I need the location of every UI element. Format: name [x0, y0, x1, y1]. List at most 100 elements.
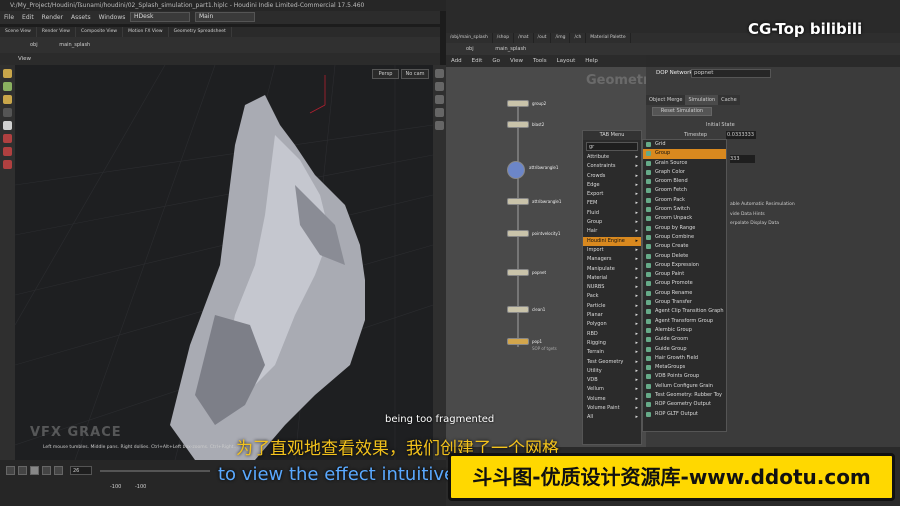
tab-obj-main-splash[interactable]: /obj/main_splash	[446, 33, 493, 43]
perspective-menu[interactable]: Persp	[372, 69, 399, 79]
submenu-item[interactable]: Guide Group	[643, 345, 726, 354]
tab-menu-item[interactable]: Planar	[583, 311, 641, 321]
submenu-item[interactable]: Grain Source	[643, 159, 726, 168]
time-slider[interactable]	[100, 470, 210, 472]
node-pop1[interactable]	[507, 338, 529, 345]
net-menu-go[interactable]: Go	[487, 55, 505, 67]
submenu-item[interactable]: Group	[643, 149, 726, 159]
lighting-icon[interactable]	[435, 108, 444, 117]
move-tool-icon[interactable]	[3, 82, 12, 91]
option-auto-resim[interactable]: able Automatic Resimulation	[730, 202, 795, 207]
tab-menu-item[interactable]: Terrain	[583, 348, 641, 358]
tab-menu-item[interactable]: Vellum	[583, 385, 641, 395]
option-interpolate[interactable]: erpolate Display Data	[730, 221, 779, 226]
submenu-item[interactable]: Agent Clip Transition Graph	[643, 307, 726, 316]
range-start[interactable]: -100	[110, 484, 121, 490]
tab-shop[interactable]: /shop	[493, 33, 515, 43]
display-icon[interactable]	[435, 69, 444, 78]
submenu-item[interactable]: Groom Blend	[643, 177, 726, 186]
submenu-item[interactable]: Alembic Group	[643, 326, 726, 335]
path-obj[interactable]: obj	[30, 42, 38, 48]
wireframe-icon[interactable]	[435, 82, 444, 91]
tab-menu-item[interactable]: Manipulate	[583, 265, 641, 275]
menu-file[interactable]: File	[0, 11, 18, 24]
node-popnet[interactable]	[507, 269, 529, 276]
tab-menu-item[interactable]: All	[583, 413, 641, 423]
last-frame-button[interactable]	[54, 466, 63, 475]
node-name-field[interactable]: popnet	[691, 69, 771, 78]
submenu-item[interactable]: Group Expression	[643, 261, 726, 270]
net-menu-view[interactable]: View	[505, 55, 528, 67]
submenu-item[interactable]: Groom Unpack	[643, 214, 726, 223]
camera-icon[interactable]	[435, 121, 444, 130]
net-menu-tools[interactable]: Tools	[528, 55, 552, 67]
play-back-button[interactable]	[18, 466, 27, 475]
submenu-item[interactable]: VDB Points Group	[643, 372, 726, 381]
submenu-item[interactable]: Group Delete	[643, 252, 726, 261]
rpath-node[interactable]: main_splash	[495, 46, 526, 52]
point-snap-icon[interactable]	[3, 160, 12, 169]
tab-menu-item[interactable]: Material	[583, 274, 641, 284]
tab-motion-fx-view[interactable]: Motion FX View	[123, 27, 169, 37]
tab-img[interactable]: /img	[551, 33, 571, 43]
tab-mat[interactable]: /mat	[514, 33, 534, 43]
scene-viewport[interactable]: Persp No cam Left mouse tumbles. Middle …	[15, 65, 433, 460]
tab-menu-item[interactable]: Houdini Engine	[583, 236, 641, 246]
timestep-field[interactable]: 0.0333333	[726, 131, 756, 139]
first-frame-button[interactable]	[6, 466, 15, 475]
submenu-item[interactable]: Grid	[643, 140, 726, 149]
submenu-item[interactable]: Vellum Configure Grain	[643, 382, 726, 391]
submenu-item[interactable]: Group Paint	[643, 270, 726, 279]
tab-menu-item[interactable]: VDB	[583, 376, 641, 386]
node-clean1[interactable]	[507, 306, 529, 313]
submenu-item[interactable]: Group by Range	[643, 224, 726, 233]
tab-menu-item[interactable]: Polygon	[583, 320, 641, 330]
magnet-icon[interactable]	[3, 147, 12, 156]
tab-out[interactable]: /out	[534, 33, 552, 43]
tab-ch[interactable]: /ch	[570, 33, 587, 43]
submenu-item[interactable]: Group Combine	[643, 233, 726, 242]
tab-render-view[interactable]: Render View	[37, 27, 76, 37]
stop-button[interactable]	[30, 466, 39, 475]
tab-menu-item[interactable]: Volume Paint	[583, 404, 641, 414]
lock-icon[interactable]	[3, 121, 12, 130]
net-menu-help[interactable]: Help	[580, 55, 603, 67]
menu-edit[interactable]: Edit	[18, 11, 38, 24]
submenu-item[interactable]: Agent Transform Group	[643, 317, 726, 326]
scale-tool-icon[interactable]	[3, 108, 12, 117]
reset-simulation-button[interactable]: Reset Simulation	[652, 107, 712, 116]
param-value-field[interactable]: 333	[730, 155, 755, 163]
submenu-item[interactable]: ROP Geometry Output	[643, 400, 726, 409]
submenu-item[interactable]: MetaGroups	[643, 363, 726, 372]
snap-icon[interactable]	[3, 134, 12, 143]
tab-menu-item[interactable]: Edge	[583, 181, 641, 191]
node-pointvelocity1[interactable]	[507, 230, 529, 237]
tab-menu-item[interactable]: Particle	[583, 302, 641, 312]
select-tool-icon[interactable]	[3, 69, 12, 78]
net-menu-layout[interactable]: Layout	[552, 55, 581, 67]
submenu-item[interactable]: Group Rename	[643, 289, 726, 298]
tab-menu-item[interactable]: Fluid	[583, 209, 641, 219]
tab-menu-item[interactable]: Managers	[583, 255, 641, 265]
tab-menu-item[interactable]: NURBS	[583, 283, 641, 293]
tab-menu-item[interactable]: Volume	[583, 395, 641, 405]
tab-geometry-spreadsheet[interactable]: Geometry Spreadsheet	[169, 27, 232, 37]
submenu-item[interactable]: ROP GLTF Output	[643, 410, 726, 419]
desktop-selector[interactable]: Main	[195, 12, 255, 22]
node-attribwrangle-b[interactable]	[507, 198, 529, 205]
tab-menu-search[interactable]: gr	[586, 142, 638, 151]
submenu-item[interactable]: Groom Switch	[643, 205, 726, 214]
submenu-item[interactable]: Test Geometry: Rubber Toy	[643, 391, 726, 400]
tab-composite-view[interactable]: Composite View	[76, 27, 124, 37]
tab-menu-item[interactable]: Hair	[583, 227, 641, 237]
submenu-item[interactable]: Group Promote	[643, 279, 726, 288]
menu-assets[interactable]: Assets	[67, 11, 95, 24]
camera-menu[interactable]: No cam	[401, 69, 429, 79]
option-data-hints[interactable]: vide Data Hints	[730, 212, 765, 217]
node-group2[interactable]	[507, 100, 529, 107]
tab-menu-item[interactable]: Export	[583, 190, 641, 200]
submenu-item[interactable]: Group Transfer	[643, 298, 726, 307]
tab-menu-item[interactable]: Test Geometry	[583, 358, 641, 368]
tab-menu-item[interactable]: Attribute	[583, 153, 641, 163]
submenu-item[interactable]: Guide Groom	[643, 335, 726, 344]
